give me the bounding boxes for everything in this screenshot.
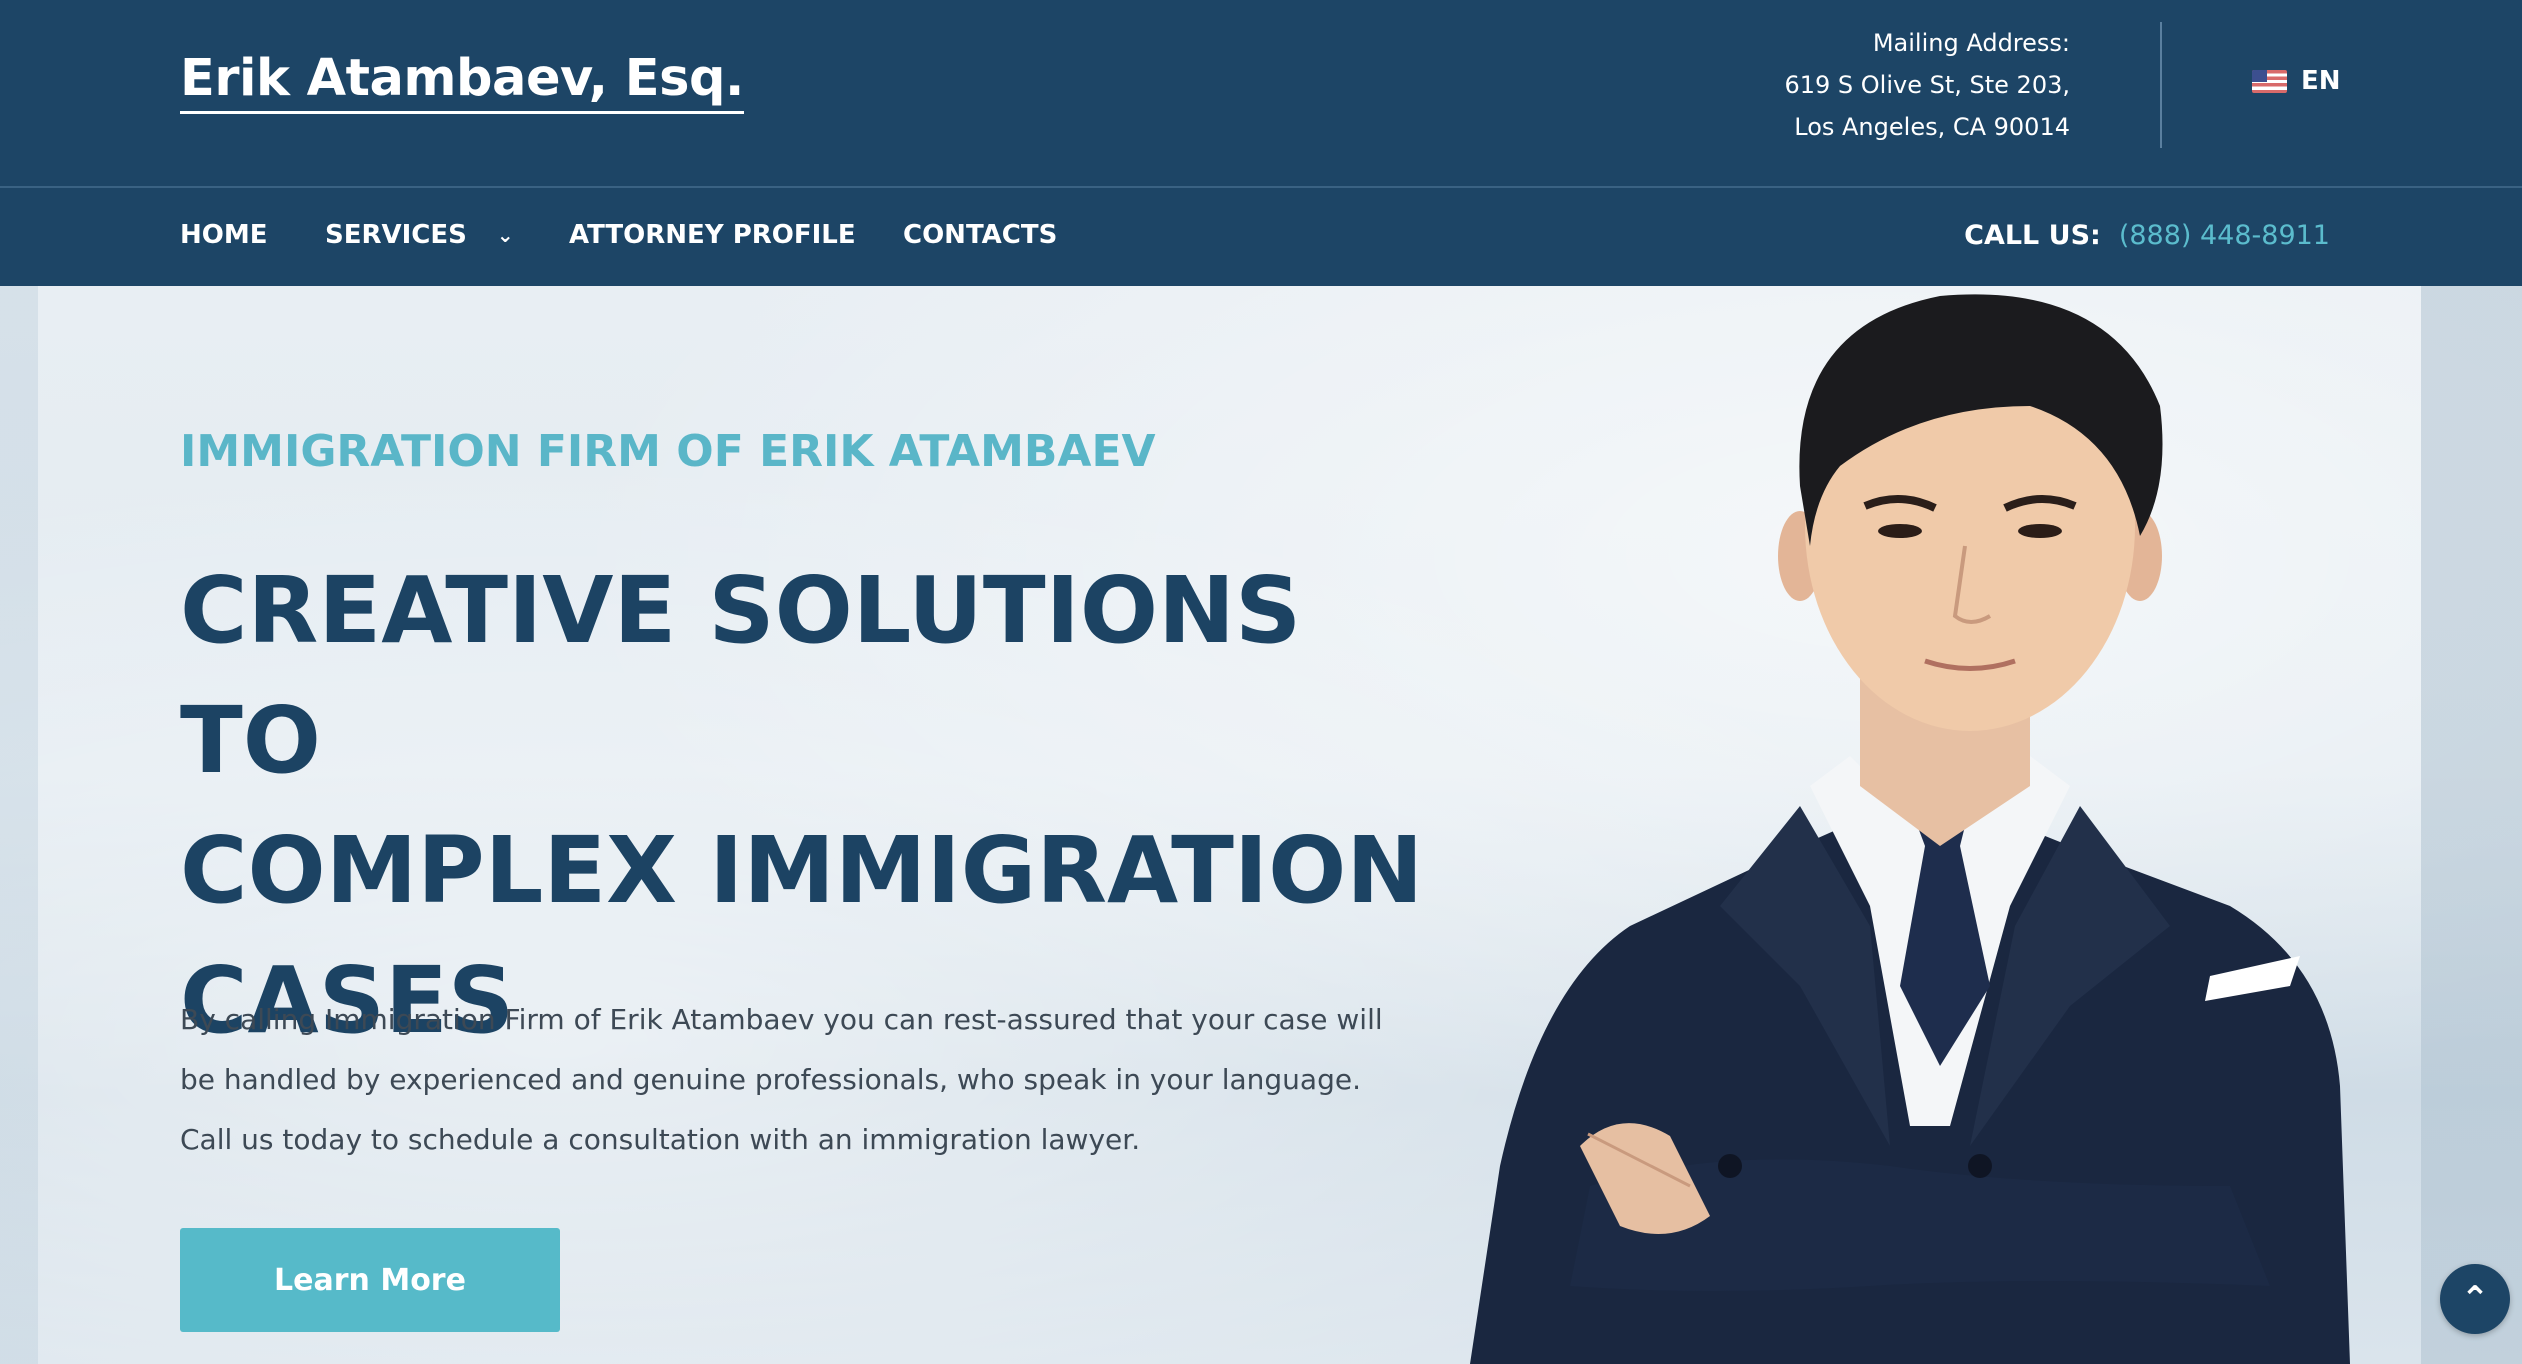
mailing-line1: 619 S Olive St, Ste 203,	[1784, 71, 2070, 99]
hero-eyebrow: IMMIGRATION FIRM OF ERIK ATAMBAEV	[180, 426, 1156, 477]
nav-home-label: HOME	[180, 220, 268, 250]
nav-services[interactable]: SERVICES ⌄	[325, 220, 514, 250]
nav-contacts-label: CONTACTS	[903, 220, 1058, 250]
mailing-address: Mailing Address: 619 S Olive St, Ste 203…	[1784, 22, 2070, 148]
call-us: CALL US: (888) 448-8911	[1964, 220, 2330, 251]
mailing-label: Mailing Address:	[1872, 29, 2070, 57]
language-selector[interactable]: EN	[2252, 66, 2341, 96]
mailing-line2: Los Angeles, CA 90014	[1794, 113, 2070, 141]
hero-description: By calling Immigration Firm of Erik Atam…	[180, 990, 1440, 1170]
chevron-down-icon: ⌄	[496, 223, 514, 247]
headline-line2: COMPLEX IMMIGRATION	[180, 817, 1424, 924]
top-header: Erik Atambaev, Esq. Mailing Address: 619…	[0, 0, 2522, 188]
headline-line1: CREATIVE SOLUTIONS TO	[180, 557, 1302, 794]
scroll-to-top-button[interactable]: ⌃	[2440, 1264, 2510, 1334]
nav-services-label: SERVICES	[325, 220, 467, 250]
call-us-label: CALL US:	[1964, 220, 2101, 251]
chevron-up-icon: ⌃	[2460, 1279, 2490, 1319]
nav-attorney-profile-label: ATTORNEY PROFILE	[569, 220, 856, 250]
hero-section: IMMIGRATION FIRM OF ERIK ATAMBAEV CREATI…	[0, 286, 2522, 1364]
learn-more-button[interactable]: Learn More	[180, 1228, 560, 1332]
description-line2: be handled by experienced and genuine pr…	[180, 1063, 1361, 1096]
nav-home[interactable]: HOME	[180, 220, 268, 250]
main-nav: HOME SERVICES ⌄ ATTORNEY PROFILE CONTACT…	[0, 188, 2522, 286]
site-logo[interactable]: Erik Atambaev, Esq.	[180, 49, 744, 114]
hero-headline: CREATIVE SOLUTIONS TO COMPLEX IMMIGRATIO…	[180, 546, 1460, 1066]
attorney-portrait	[1470, 294, 2350, 1364]
us-flag-icon	[2252, 69, 2287, 93]
language-label: EN	[2301, 66, 2341, 96]
nav-contacts[interactable]: CONTACTS	[903, 220, 1057, 250]
nav-attorney-profile[interactable]: ATTORNEY PROFILE	[569, 220, 856, 250]
description-line3: Call us today to schedule a consultation…	[180, 1123, 1141, 1156]
description-line1: By calling Immigration Firm of Erik Atam…	[180, 1003, 1383, 1036]
phone-link[interactable]: (888) 448-8911	[2119, 220, 2330, 251]
header-divider	[2160, 22, 2162, 148]
